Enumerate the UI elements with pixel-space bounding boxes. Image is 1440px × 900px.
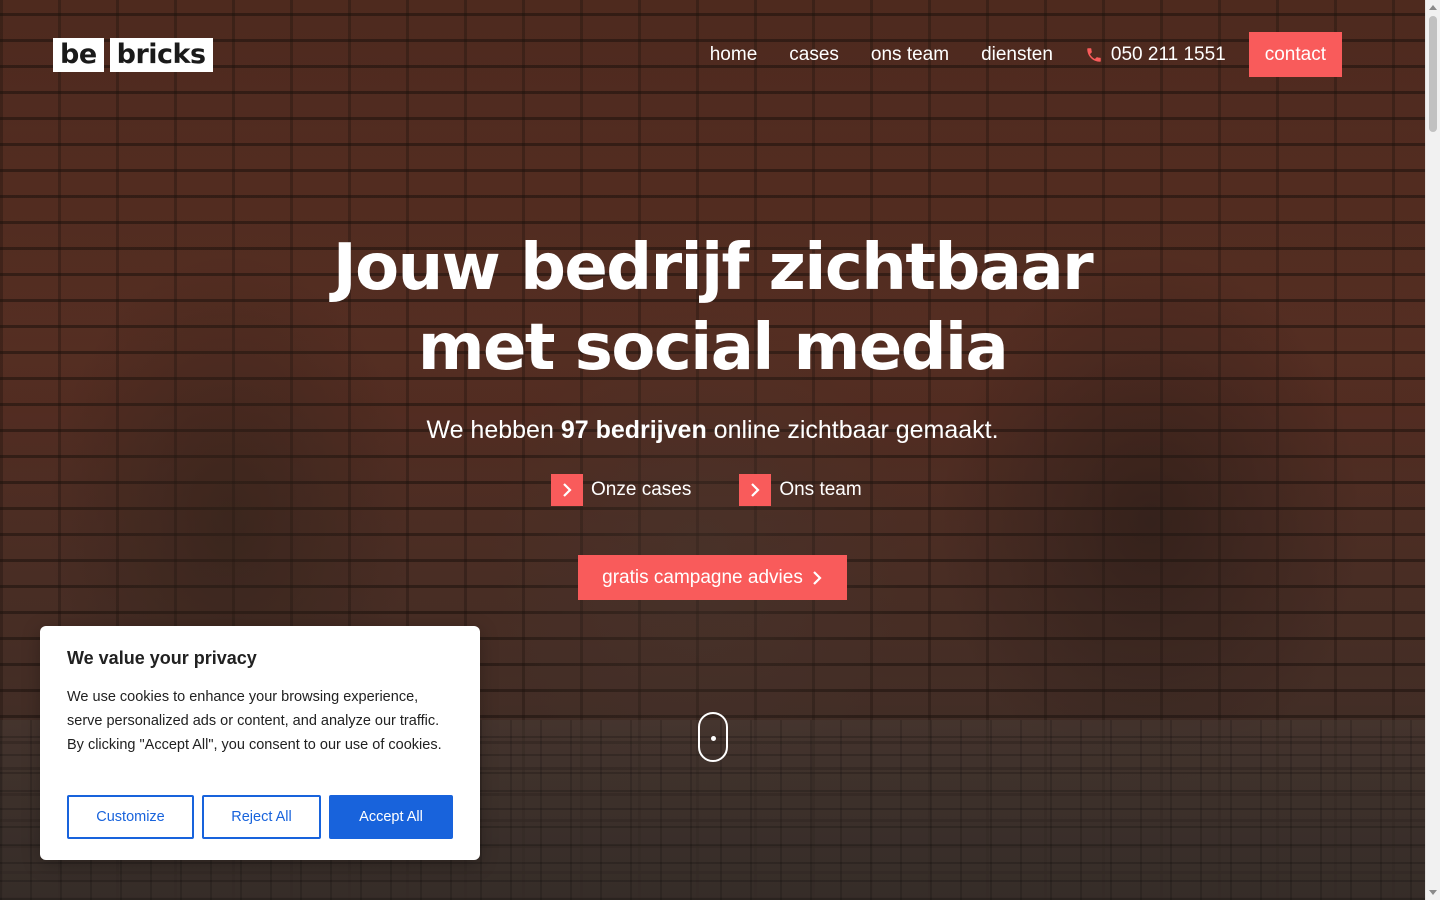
nav-item-home[interactable]: home	[710, 44, 758, 66]
nav-item-cases[interactable]: cases	[789, 44, 839, 66]
logo-part-bricks: bricks	[109, 38, 213, 72]
reject-all-button[interactable]: Reject All	[202, 795, 321, 839]
main-nav: home cases ons team diensten 050 211 155…	[678, 32, 1342, 77]
link-ons-team-label: Ons team	[779, 479, 862, 500]
chevron-right-icon	[551, 474, 583, 506]
customize-button[interactable]: Customize	[67, 795, 194, 839]
headline-highlight-text: social media	[574, 311, 1009, 385]
cookie-buttons: Customize Reject All Accept All	[67, 795, 453, 839]
hero-links: Onze cases Ons team	[551, 474, 862, 506]
link-ons-team[interactable]: Ons team	[739, 474, 862, 506]
chevron-right-icon	[739, 474, 772, 506]
subtitle-suffix: online zichtbaar gemaakt.	[706, 416, 999, 444]
accept-all-button[interactable]: Accept All	[329, 795, 453, 839]
scrollbar[interactable]	[1425, 0, 1440, 900]
link-onze-cases-label: Onze cases	[591, 479, 692, 500]
nav-item-ons-team[interactable]: ons team	[871, 44, 949, 66]
logo-part-be: be	[53, 38, 104, 72]
cookie-body: We use cookies to enhance your browsing …	[67, 689, 442, 753]
cookie-title: We value your privacy	[67, 648, 257, 668]
phone-number: 050 211 1551	[1110, 43, 1226, 65]
subtitle-bold: 97 bedrijven	[560, 416, 707, 444]
scroll-down-arrow-icon[interactable]	[1429, 890, 1437, 895]
scroll-mouse-icon[interactable]	[698, 712, 728, 762]
chevron-right-icon	[813, 570, 822, 585]
scroll-up-arrow-icon[interactable]	[1429, 5, 1437, 10]
headline-line-2-prefix: met	[417, 311, 575, 385]
headline-line-1: Jouw bedrijf zichtbaar	[332, 231, 1094, 305]
phone-icon	[1087, 47, 1101, 62]
hero-subtitle: We hebben 97 bedrijven online zichtbaar …	[0, 416, 1425, 445]
headline-highlight: social media	[574, 308, 1009, 388]
scrollbar-thumb[interactable]	[1429, 16, 1437, 132]
nav-item-diensten[interactable]: diensten	[981, 44, 1053, 66]
phone-link[interactable]: 050 211 1551	[1085, 44, 1226, 66]
hero-headline: Jouw bedrijf zichtbaar met social media	[0, 228, 1425, 388]
subtitle-prefix: We hebben	[426, 416, 561, 444]
cta-campagne-advies-button[interactable]: gratis campagne advies	[578, 555, 847, 600]
link-onze-cases[interactable]: Onze cases	[551, 474, 691, 506]
contact-button[interactable]: contact	[1248, 32, 1342, 77]
logo[interactable]: be bricks	[53, 38, 213, 72]
cta-label: gratis campagne advies	[602, 566, 803, 588]
cookie-banner: We value your privacy We use cookies to …	[40, 626, 480, 860]
